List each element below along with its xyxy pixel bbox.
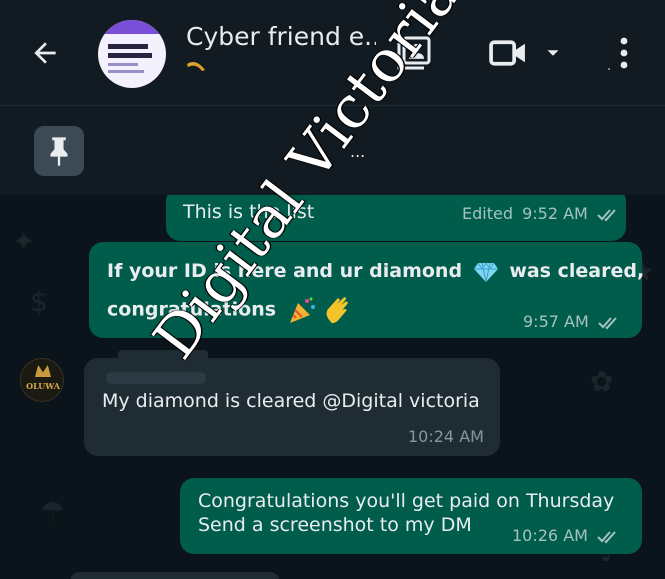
chat-subtitle: ⠀⠀⠀⠀⠀⠀⠀⠀⠀⠀⠀⠀⠀⠀⠀⠀⠀⠀⠀⠀⠀⠀⠀. [348,58,613,74]
diamond-emoji-icon [473,261,498,282]
group-avatar[interactable] [98,20,166,88]
message-time: 9:52 AM [522,204,588,223]
message-meta: 10:26 AM [512,526,617,545]
message-text-line2: congratulations [107,294,355,326]
contact-card-button[interactable] [390,30,438,76]
video-call-button[interactable] [484,32,568,74]
message-list[interactable]: ✦ $ ♪ ✿ ☂ ★ This is the list Edited 9:52… [0,195,665,579]
message-bubble-outgoing[interactable]: Congratulations you'll get paid on Thurs… [180,478,642,554]
message-text: This is the list [183,201,315,223]
message-text-part: If your ID is here and ur diamond [107,260,463,282]
contact-card-icon [397,36,431,70]
more-options-button[interactable] [606,30,642,76]
sender-avatar[interactable]: OLUWA [20,358,64,402]
message-bubble-outgoing[interactable]: This is the list Edited 9:52 AM [166,195,626,241]
chat-header: Cyber friend e... ⠀⠀⠀⠀⠀⠀⠀⠀⠀⠀⠀⠀⠀⠀⠀⠀⠀⠀⠀⠀⠀⠀… [0,0,665,105]
message-bubble-incoming[interactable] [70,572,280,579]
wallpaper-doodle: ✦ [12,225,36,258]
chevron-down-icon [547,50,559,56]
video-call-icon [489,40,525,66]
message-time: 9:57 AM [523,312,589,331]
pin-button[interactable] [34,126,84,176]
message-text-part: congratulations [107,298,277,321]
message-text-line2: Send a screenshot to my DM [198,514,472,536]
message-text-line1: Congratulations you'll get paid on Thurs… [198,490,615,512]
message-text-part: was cleared, [509,260,645,282]
back-arrow-icon [34,42,56,64]
party-popper-emoji-icon [289,297,315,323]
pin-icon [50,137,68,166]
sender-name [118,350,208,358]
message-meta: 9:57 AM [523,312,618,331]
message-meta: Edited 9:52 AM [462,204,617,223]
boomerang-emoji-icon [187,62,205,71]
more-vertical-icon [620,37,628,69]
message-text: My diamond is cleared @Digital victoria [102,390,480,412]
message-bubble-outgoing[interactable]: If your ID is here and ur diamond was cl… [89,242,644,338]
wallpaper-doodle: ✿ [590,365,614,398]
avatar-text: OLUWA [26,381,60,391]
message-text-line1: If your ID is here and ur diamond was cl… [107,260,644,283]
message-bubble-incoming[interactable]: My diamond is cleared @Digital victoria … [84,350,500,456]
wallpaper-doodle: ☂ [40,495,66,528]
message-time: 10:24 AM [408,427,484,446]
wallpaper-doodle: $ [30,285,48,318]
pinned-message-text: ... [350,142,366,161]
pinned-message-bar[interactable]: ... [0,105,665,195]
chat-title[interactable]: Cyber friend e... [186,22,376,51]
message-time: 10:26 AM [512,526,588,545]
double-check-icon [598,316,617,329]
edited-label: Edited [462,204,513,223]
double-check-icon [597,208,616,221]
back-button[interactable] [22,30,68,76]
quoted-reply [106,372,206,384]
double-check-icon [597,530,616,543]
clapping-hands-emoji-icon [326,297,349,324]
